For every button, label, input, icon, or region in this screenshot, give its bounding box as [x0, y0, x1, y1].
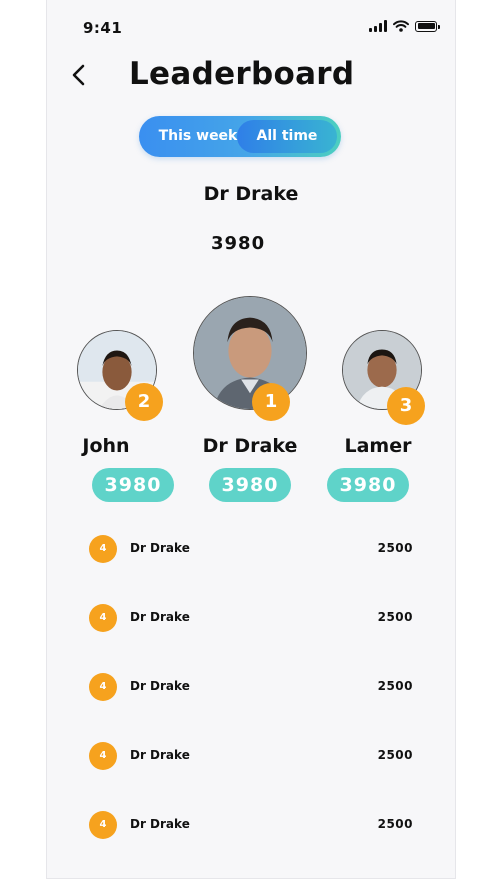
list-item[interactable]: 4 Dr Drake 2500 [89, 535, 413, 563]
status-bar: 9:41 [47, 16, 455, 40]
wifi-icon [393, 20, 409, 32]
status-icons [369, 20, 440, 32]
phone-screen: 9:41 Leaderboard This week All time Dr D… [46, 0, 456, 879]
rank-badge-3: 3 [387, 387, 425, 425]
list-rank-badge: 4 [89, 604, 117, 632]
time-range-toggle: This week All time [139, 116, 341, 157]
list-player-score: 2500 [377, 610, 413, 624]
podium-name-lamer: Lamer [344, 435, 412, 457]
list-player-score: 2500 [377, 817, 413, 831]
list-rank-badge: 4 [89, 673, 117, 701]
list-rank-badge: 4 [89, 811, 117, 839]
podium-name-dr-drake: Dr Drake [202, 435, 298, 457]
top-player-score: 3980 [211, 233, 266, 254]
list-player-score: 2500 [377, 541, 413, 555]
podium-score-john: 3980 [92, 468, 174, 502]
toggle-all-time[interactable]: All time [237, 120, 337, 153]
rank-badge-1: 1 [252, 383, 290, 421]
list-player-name: Dr Drake [130, 817, 190, 831]
list-player-name: Dr Drake [130, 679, 190, 693]
back-arrow-icon[interactable] [67, 62, 93, 88]
top-player-name: Dr Drake [203, 183, 299, 205]
cellular-signal-icon [369, 20, 387, 32]
list-player-name: Dr Drake [130, 748, 190, 762]
podium-score-lamer: 3980 [327, 468, 409, 502]
rank-badge-2: 2 [125, 383, 163, 421]
toggle-this-week[interactable]: This week [153, 116, 243, 157]
list-item[interactable]: 4 Dr Drake 2500 [89, 742, 413, 770]
list-player-name: Dr Drake [130, 541, 190, 555]
podium-score-dr-drake: 3980 [209, 468, 291, 502]
list-item[interactable]: 4 Dr Drake 2500 [89, 673, 413, 701]
page-title: Leaderboard [129, 56, 355, 92]
list-rank-badge: 4 [89, 742, 117, 770]
list-item[interactable]: 4 Dr Drake 2500 [89, 604, 413, 632]
battery-icon [415, 20, 440, 32]
avatar-dr-drake[interactable] [193, 296, 307, 410]
podium-name-john: John [82, 435, 130, 457]
list-item[interactable]: 4 Dr Drake 2500 [89, 811, 413, 839]
list-player-score: 2500 [377, 748, 413, 762]
list-player-name: Dr Drake [130, 610, 190, 624]
status-time: 9:41 [83, 19, 123, 37]
list-rank-badge: 4 [89, 535, 117, 563]
list-player-score: 2500 [377, 679, 413, 693]
